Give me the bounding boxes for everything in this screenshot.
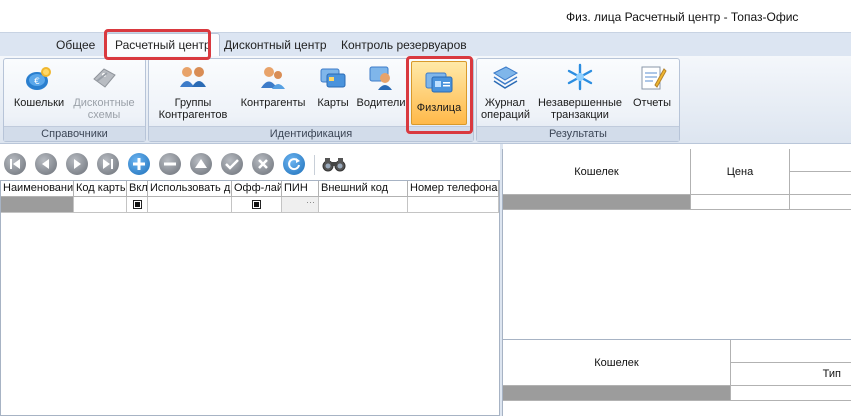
enabled-checkbox[interactable] <box>132 200 142 209</box>
app-window: Физ. лица Расчетный центр - Топаз-Офис О… <box>0 0 851 416</box>
window-title: Физ. лица Расчетный центр - Топаз-Офис <box>566 10 799 24</box>
wallet-prices-grid: Кошелек Цена <box>502 149 851 339</box>
cell-enabled[interactable] <box>127 197 148 213</box>
add-icon[interactable] <box>128 153 150 175</box>
tab-general[interactable]: Общее <box>56 38 95 52</box>
offline-checkbox[interactable] <box>252 200 261 209</box>
column-header-wallet[interactable]: Кошелек <box>503 149 691 195</box>
column-header-offline[interactable]: Офф-лай <box>232 181 282 197</box>
tab-settlement-center[interactable]: Расчетный центр <box>106 33 220 58</box>
journal-label: Журнал операций <box>481 97 531 121</box>
drivers-icon <box>369 66 392 90</box>
pending-transactions-label: Незавершенные транзакции <box>537 97 623 121</box>
tab-tank-control[interactable]: Контроль резервуаров <box>341 38 467 52</box>
column-header-type[interactable]: Тип <box>731 363 851 386</box>
pending-transactions-icon <box>567 63 593 91</box>
column-header-name[interactable]: Наименовани <box>1 181 74 197</box>
group-label-directories: Справочники <box>4 126 145 141</box>
row-wallet-cell-bottom[interactable] <box>503 386 731 401</box>
drivers-label: Водители <box>356 97 406 109</box>
cards-icon <box>320 68 346 88</box>
cell-offline[interactable] <box>232 197 282 213</box>
column-header-group-top[interactable] <box>790 149 851 172</box>
column-header-card-code[interactable]: Код карты <box>74 181 127 197</box>
ribbon-group-directories: € Кошельки Дисконтные схемы Справочники <box>3 58 146 142</box>
cell-name[interactable] <box>1 197 74 213</box>
column-header-wallet-bottom[interactable]: Кошелек <box>503 340 731 386</box>
wallets-icon: € <box>26 67 51 90</box>
cell-use[interactable] <box>148 197 232 213</box>
column-header-price[interactable]: Цена <box>691 149 790 195</box>
toolbar-separator <box>314 155 315 175</box>
contractor-groups-icon <box>180 67 206 87</box>
discount-schemes-button[interactable]: Дисконтные схемы <box>69 63 139 121</box>
wallet-types-grid: Кошелек Тип <box>502 339 851 416</box>
wallets-button[interactable]: € Кошельки <box>9 63 69 109</box>
ribbon: € Кошельки Дисконтные схемы Справочники <box>0 56 851 144</box>
cell-pin[interactable]: ··· <box>282 197 319 213</box>
column-header-use[interactable]: Использовать д <box>148 181 232 197</box>
reports-button[interactable]: Отчеты <box>629 63 675 109</box>
row-extra-cell[interactable] <box>790 195 851 210</box>
row-price-cell[interactable] <box>691 195 790 210</box>
move-up-icon[interactable] <box>190 153 212 175</box>
refresh-icon[interactable] <box>283 153 305 175</box>
svg-text:€: € <box>34 77 40 87</box>
confirm-icon[interactable] <box>221 153 243 175</box>
individuals-label: Физлица <box>416 102 462 114</box>
column-header-group-bottom[interactable] <box>731 340 851 363</box>
column-header-pin[interactable]: ПИН <box>282 181 319 197</box>
column-header-external-code[interactable]: Внешний код <box>319 181 408 197</box>
cancel-icon[interactable] <box>252 153 274 175</box>
discount-schemes-label: Дисконтные схемы <box>73 97 135 121</box>
navigator-toolbar <box>0 149 500 180</box>
group-label-identification: Идентификация <box>149 126 473 141</box>
first-record-icon[interactable] <box>4 153 26 175</box>
pin-ellipsis-button[interactable]: ··· <box>306 197 315 207</box>
last-record-icon[interactable] <box>97 153 119 175</box>
column-header-group-sub[interactable] <box>790 172 851 195</box>
column-header-enabled[interactable]: Вкл <box>127 181 148 197</box>
journal-button[interactable]: Журнал операций <box>481 63 531 121</box>
contractors-label: Контрагенты <box>240 97 306 109</box>
next-record-icon[interactable] <box>66 153 88 175</box>
tab-discount-center[interactable]: Дисконтный центр <box>224 38 327 52</box>
contractor-groups-button[interactable]: Группы Контрагентов <box>155 63 231 121</box>
reports-icon <box>641 66 667 90</box>
ribbon-tab-strip: Общее Расчетный центр Дисконтный центр К… <box>0 32 851 58</box>
cell-card-code[interactable] <box>74 197 127 213</box>
row-wallet-cell[interactable] <box>503 195 691 210</box>
wallets-label: Кошельки <box>13 97 65 109</box>
remove-icon[interactable] <box>159 153 181 175</box>
individuals-icon <box>425 72 453 93</box>
contractors-button[interactable]: Контрагенты <box>237 63 309 109</box>
reports-label: Отчеты <box>632 97 672 109</box>
ribbon-group-results: Журнал операций Незавершенные транзакции <box>476 58 680 142</box>
contractor-groups-label: Группы Контрагентов <box>158 97 228 121</box>
individuals-button[interactable]: Физлица <box>411 61 467 125</box>
title-bar: Физ. лица Расчетный центр - Топаз-Офис <box>0 0 851 32</box>
cell-phone[interactable] <box>408 197 499 213</box>
find-icon[interactable] <box>321 154 347 174</box>
individuals-grid: Наименовани Код карты Вкл Использовать д… <box>0 180 500 416</box>
column-header-phone[interactable]: Номер телефона <box>408 181 499 197</box>
cards-button[interactable]: Карты <box>315 63 351 109</box>
journal-icon <box>492 66 519 89</box>
contractors-icon <box>261 67 285 89</box>
cell-external-code[interactable] <box>319 197 408 213</box>
cards-label: Карты <box>317 97 349 109</box>
group-label-results: Результаты <box>477 126 679 141</box>
drivers-button[interactable]: Водители <box>355 63 407 109</box>
discount-schemes-icon <box>93 68 116 88</box>
previous-record-icon[interactable] <box>35 153 57 175</box>
pending-transactions-button[interactable]: Незавершенные транзакции <box>535 63 625 121</box>
row-type-cell[interactable] <box>731 386 851 401</box>
ribbon-group-identification: Группы Контрагентов Контрагенты Карты Во… <box>148 58 474 142</box>
